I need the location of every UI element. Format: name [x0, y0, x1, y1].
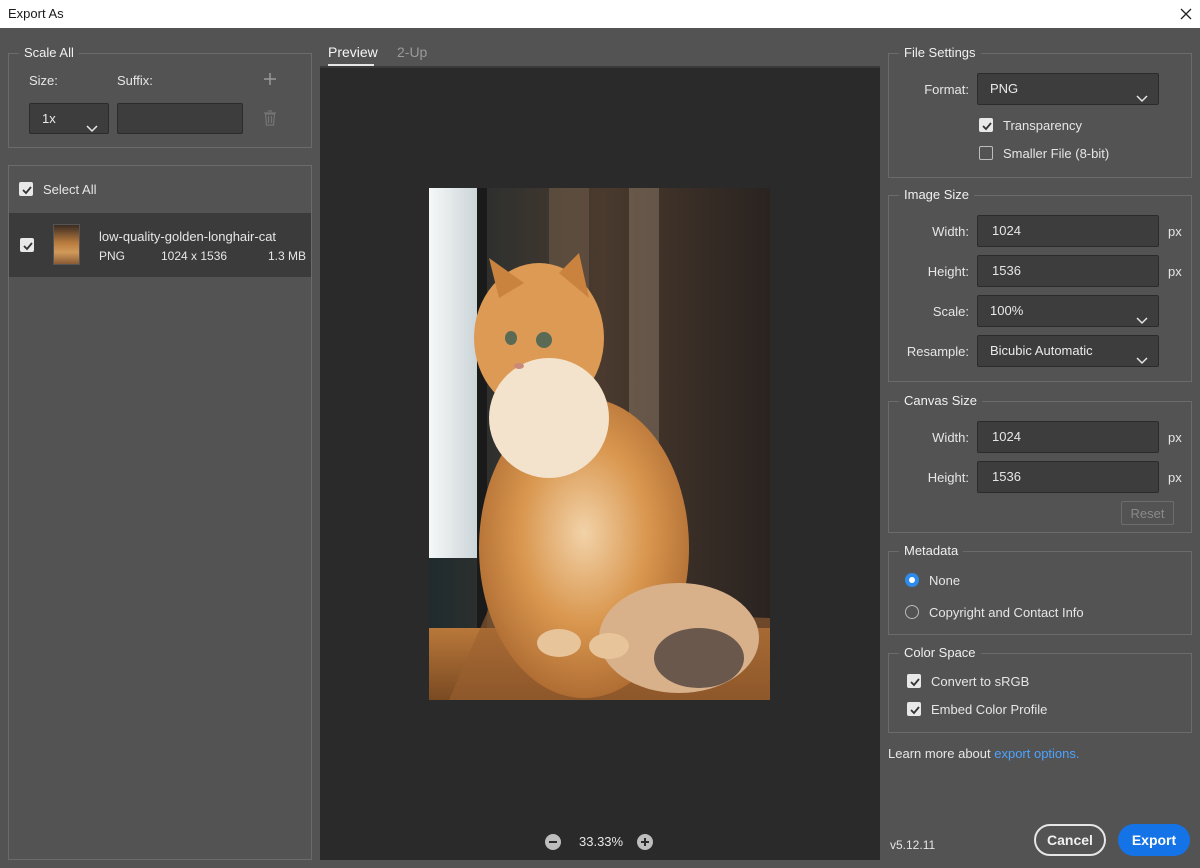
image-height-label: Height: — [927, 264, 969, 279]
canvas-width-input[interactable]: 1024 — [977, 421, 1159, 453]
zoom-level: 33.33% — [579, 834, 624, 849]
image-height-input[interactable]: 1536 — [977, 255, 1159, 287]
embed-profile-checkbox[interactable] — [907, 702, 921, 716]
asset-row[interactable]: low-quality-golden-longhair-cat PNG 1024… — [9, 213, 311, 277]
chevron-down-icon — [1136, 346, 1148, 365]
canvas-height-label: Height: — [927, 470, 969, 485]
metadata-none-radio[interactable] — [905, 573, 919, 587]
smaller-file-label: Smaller File (8-bit) — [1003, 146, 1110, 161]
canvas-width-unit: px — [1168, 430, 1182, 445]
asset-thumbnail — [53, 224, 80, 265]
zoom-out-icon[interactable] — [545, 834, 561, 850]
window-title: Export As — [8, 6, 64, 21]
image-width-label: Width: — [932, 224, 969, 239]
metadata-copyright-label: Copyright and Contact Info — [929, 605, 1084, 620]
transparency-label: Transparency — [1003, 118, 1082, 133]
chevron-down-icon — [1136, 84, 1148, 103]
learn-more-prefix: Learn more about — [888, 746, 995, 761]
color-space-legend: Color Space — [899, 645, 981, 661]
transparency-checkbox[interactable] — [979, 118, 993, 132]
asset-format: PNG — [99, 249, 126, 263]
metadata-copyright-radio[interactable] — [905, 605, 919, 619]
canvas-height-input[interactable]: 1536 — [977, 461, 1159, 493]
embed-profile-label: Embed Color Profile — [931, 702, 1048, 717]
select-all-checkbox[interactable] — [19, 182, 33, 196]
cancel-button[interactable]: Cancel — [1034, 824, 1106, 856]
asset-name: low-quality-golden-longhair-cat — [99, 229, 277, 244]
canvas-width-label: Width: — [932, 430, 969, 445]
chevron-down-icon — [1136, 306, 1148, 325]
size-select[interactable]: 1x — [29, 103, 109, 134]
tab-2up[interactable]: 2-Up — [397, 44, 427, 60]
asset-dimensions: 1024 x 1536 — [161, 249, 228, 263]
scale-all-legend: Scale All — [19, 45, 79, 61]
image-width-unit: px — [1168, 224, 1182, 239]
file-settings-legend: File Settings — [899, 45, 981, 61]
asset-size: 1.3 MB — [268, 249, 307, 263]
format-value: PNG — [990, 81, 1019, 96]
size-label: Size: — [29, 73, 58, 88]
format-select[interactable]: PNG — [977, 73, 1159, 105]
canvas-size-legend: Canvas Size — [899, 393, 982, 409]
image-height-unit: px — [1168, 264, 1182, 279]
tab-preview[interactable]: Preview — [328, 44, 378, 60]
smaller-file-checkbox[interactable] — [979, 146, 993, 160]
resample-label: Resample: — [906, 344, 969, 359]
export-options-link[interactable]: export options. — [994, 746, 1079, 761]
reset-button[interactable]: Reset — [1121, 501, 1174, 525]
image-width-input[interactable]: 1024 — [977, 215, 1159, 247]
zoom-in-icon[interactable] — [637, 834, 653, 850]
convert-srgb-label: Convert to sRGB — [931, 674, 1030, 689]
color-space-group: Color Space — [888, 645, 1192, 733]
canvas-height-unit: px — [1168, 470, 1182, 485]
asset-checkbox[interactable] — [20, 238, 34, 252]
add-scale-icon[interactable] — [263, 72, 277, 86]
suffix-label: Suffix: — [117, 73, 153, 88]
cat-image — [429, 188, 770, 700]
preview-image — [429, 188, 770, 700]
format-label: Format: — [924, 82, 969, 97]
select-all-label: Select All — [43, 182, 97, 197]
export-button[interactable]: Export — [1118, 824, 1190, 856]
version-label: v5.12.11 — [890, 838, 936, 852]
close-icon[interactable] — [1172, 0, 1200, 28]
trash-icon[interactable] — [263, 110, 277, 126]
scale-label: Scale: — [932, 304, 969, 319]
convert-srgb-checkbox[interactable] — [907, 674, 921, 688]
preview-area: 33.33% — [320, 66, 880, 860]
scale-value: 100% — [990, 303, 1024, 318]
suffix-input[interactable] — [117, 103, 243, 134]
resample-select[interactable]: Bicubic Automatic — [977, 335, 1159, 367]
chevron-down-icon — [86, 114, 98, 133]
size-select-value: 1x — [42, 111, 56, 126]
learn-more-text: Learn more about export options. — [888, 746, 1080, 761]
resample-value: Bicubic Automatic — [990, 343, 1093, 358]
scale-select[interactable]: 100% — [977, 295, 1159, 327]
metadata-group: Metadata — [888, 543, 1192, 635]
metadata-none-label: None — [929, 573, 961, 588]
metadata-legend: Metadata — [899, 543, 964, 559]
image-size-legend: Image Size — [899, 187, 975, 203]
title-bar: Export As — [0, 0, 1200, 28]
